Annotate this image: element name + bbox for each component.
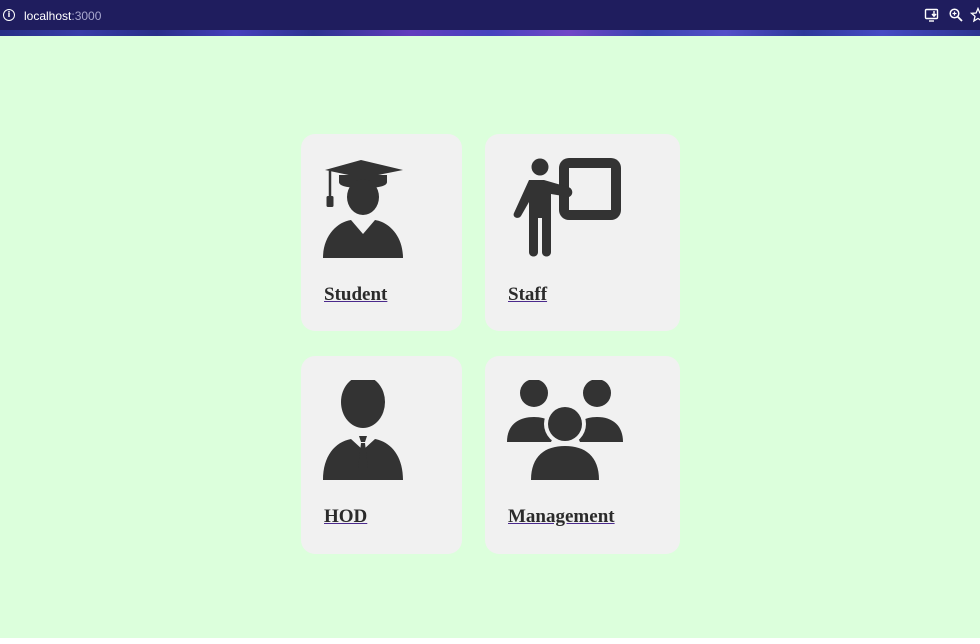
staff-link[interactable]: Staff	[508, 284, 547, 306]
graduate-icon	[323, 158, 403, 258]
url-port: :3000	[71, 9, 102, 23]
info-icon[interactable]: i	[3, 9, 15, 21]
teacher-board-icon	[507, 158, 623, 258]
window-bottom-edge	[0, 638, 980, 644]
url-host: localhost	[24, 9, 72, 23]
businessman-icon	[323, 380, 403, 480]
browser-toolbar: i localhost:3000	[0, 0, 980, 36]
hod-card[interactable]: HOD	[301, 356, 462, 554]
bookmark-star-icon[interactable]	[970, 7, 980, 23]
address-bar[interactable]: localhost:3000	[24, 8, 101, 24]
student-link[interactable]: Student	[324, 284, 387, 306]
student-card[interactable]: Student	[301, 134, 462, 331]
group-icon	[507, 380, 623, 480]
management-link[interactable]: Management	[508, 506, 615, 528]
zoom-icon[interactable]	[948, 7, 964, 23]
staff-card[interactable]: Staff	[485, 134, 680, 331]
management-card[interactable]: Management	[485, 356, 680, 554]
hod-link[interactable]: HOD	[324, 506, 367, 528]
install-app-icon[interactable]	[924, 7, 940, 23]
